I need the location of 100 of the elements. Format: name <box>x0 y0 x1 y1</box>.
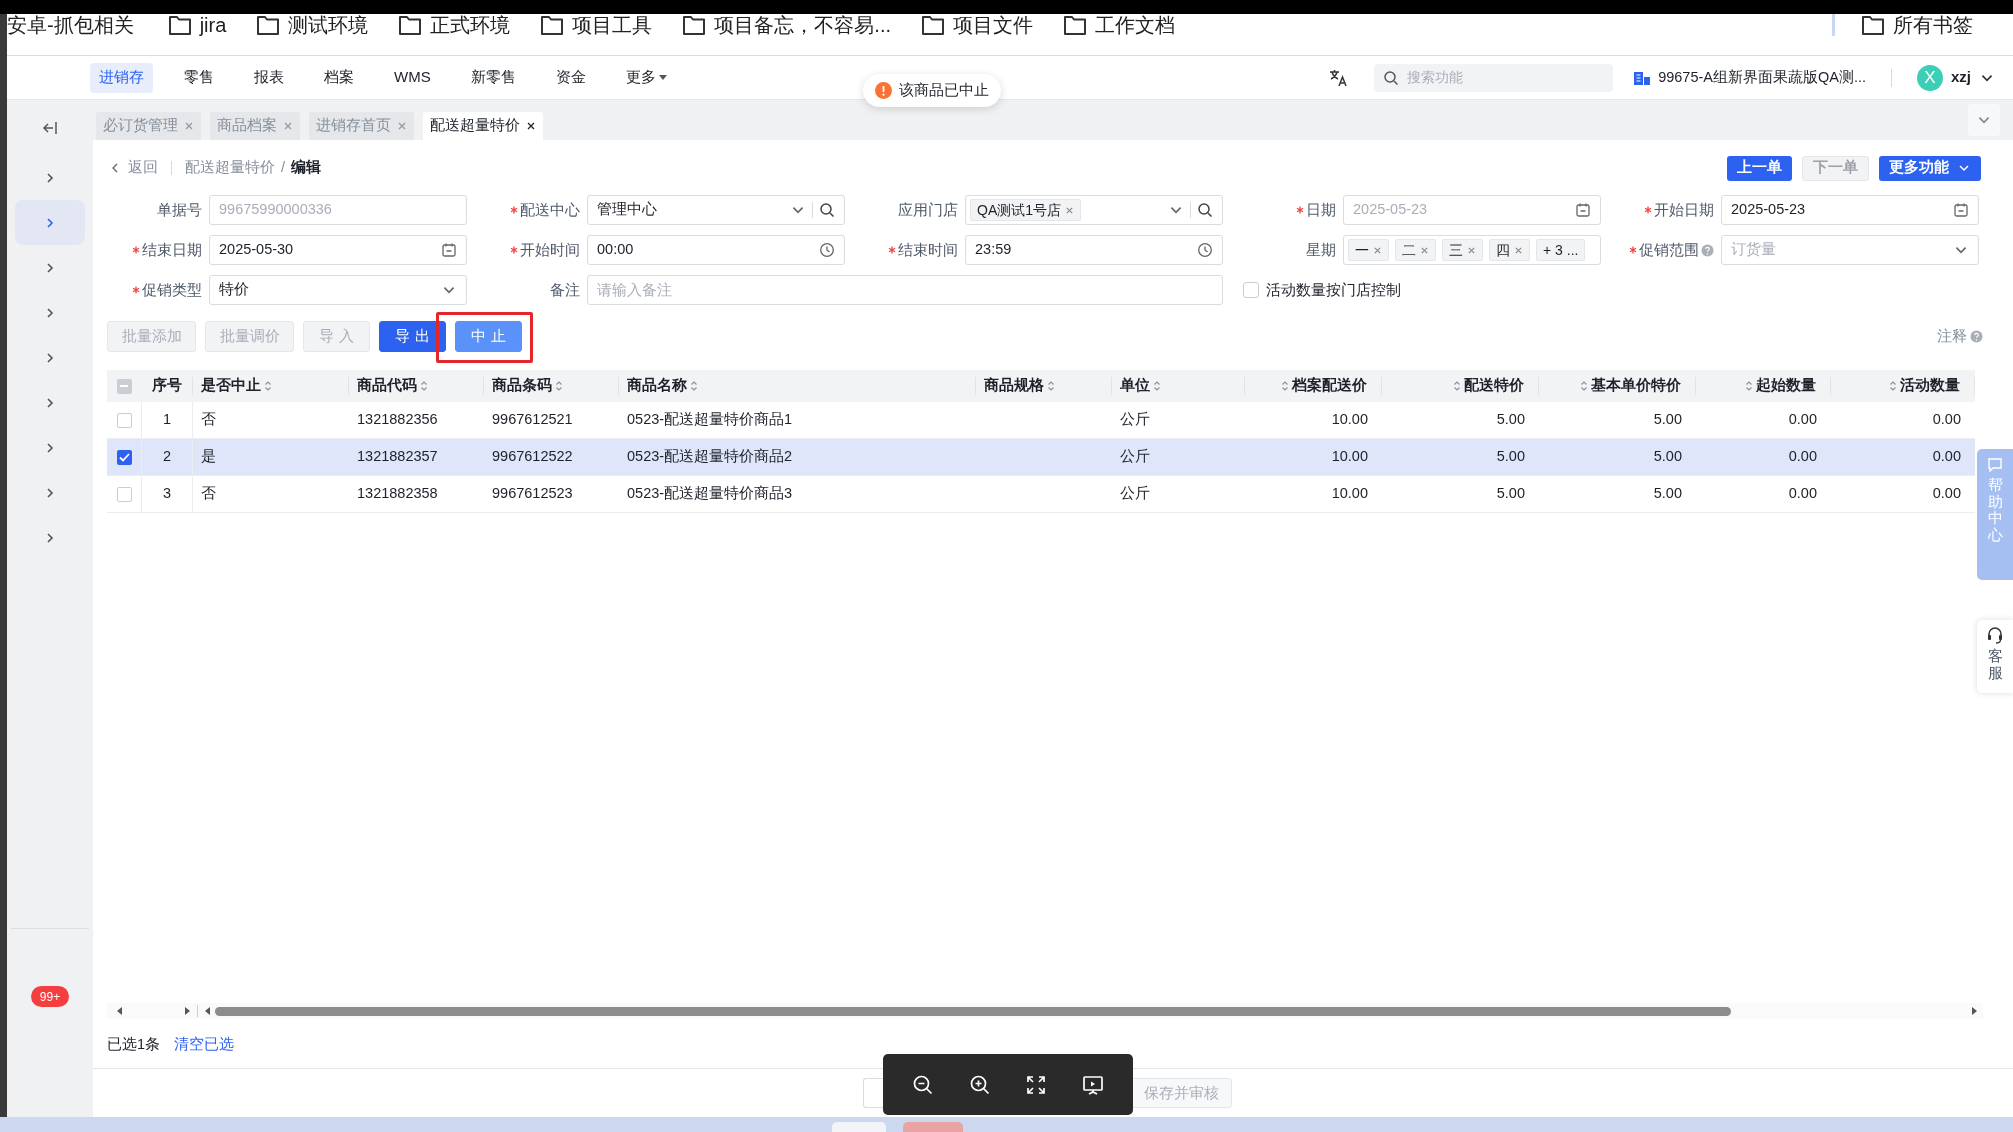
nav-item[interactable]: 档案 <box>315 62 363 93</box>
nav-item[interactable]: 进销存 <box>90 62 153 93</box>
table-cell-text: 10.00 <box>1331 410 1368 430</box>
date-field[interactable]: 2025-05-30 <box>209 235 467 265</box>
table-cell-text: 5.00 <box>1653 447 1682 467</box>
nav-item[interactable]: 零售 <box>175 62 223 93</box>
table-cell-text: 是 <box>201 447 216 467</box>
date-field[interactable]: 2025-05-23 <box>1721 195 1979 225</box>
nav-item[interactable]: 报表 <box>245 62 293 93</box>
toast: 该商品已中止 <box>863 74 1001 107</box>
scrollbar-thumb[interactable] <box>215 1006 1731 1016</box>
scroll-left-icon[interactable] <box>115 1006 125 1016</box>
select-field[interactable]: 特价 <box>209 275 467 305</box>
tabs-menu-button[interactable] <box>1968 104 2000 136</box>
user-menu[interactable]: X xzj <box>1917 64 1995 91</box>
horizontal-scrollbar[interactable] <box>107 1003 1983 1019</box>
column-header[interactable]: 商品规格 <box>984 375 1044 397</box>
column-header[interactable]: 商品代码 <box>357 375 417 397</box>
clear-selection-link[interactable]: 清空已选 <box>174 1034 235 1056</box>
table-cell-text: 1321882356 <box>357 410 438 430</box>
table-cell-text: 否 <box>201 410 216 430</box>
folder-icon <box>921 14 945 36</box>
nav-item[interactable]: WMS <box>385 62 440 93</box>
search-input[interactable]: 搜索功能 <box>1407 67 1598 88</box>
table-cell-text: 否 <box>201 484 216 504</box>
column-header[interactable]: 单位 <box>1120 375 1150 397</box>
bookmark[interactable]: 安卓-抓包相关 <box>7 14 134 36</box>
bookmark[interactable]: 项目文件 <box>921 14 1033 36</box>
column-header[interactable]: 档案配送价 <box>1292 375 1367 397</box>
help-icon <box>1970 330 1983 343</box>
page-tab[interactable]: 配送超量特价 <box>423 112 543 140</box>
table-cell-text: 3 <box>162 484 172 504</box>
action-button[interactable]: 导 出 <box>379 321 446 352</box>
table-row[interactable]: 3 否 1321882358 9967612523 0523-配送超量特价商品3 公斤 10.00 5.00 5.00 0.00 0.00 <box>107 476 1975 513</box>
folder-icon <box>256 14 281 36</box>
record-button[interactable]: 上一单 <box>1727 155 1792 181</box>
column-header[interactable]: 活动数量 <box>1900 375 1960 397</box>
bookmark[interactable]: jira <box>167 14 227 36</box>
nav-item[interactable]: 资金 <box>546 62 595 93</box>
select-all-checkbox[interactable] <box>116 378 132 394</box>
row-checkbox[interactable] <box>116 486 132 502</box>
table-cell-text: 5.00 <box>1496 484 1525 504</box>
nav-item[interactable]: 新零售 <box>461 62 525 93</box>
scroll-left-icon[interactable] <box>203 1006 213 1016</box>
avatar: X <box>1917 64 1943 91</box>
checkbox-label: 活动数量按门店控制 <box>1266 279 1401 300</box>
collapse-icon[interactable] <box>42 120 58 135</box>
table-row[interactable]: 2 是 1321882357 9967612522 0523-配送超量特价商品2 公斤 10.00 5.00 5.00 0.00 0.00 <box>107 439 1975 476</box>
bookmark[interactable]: 项目备忘，不容易... <box>682 14 891 36</box>
customer-service-tab[interactable]: 客服 <box>1977 620 2013 693</box>
column-header[interactable]: 配送特价 <box>1464 375 1524 397</box>
column-header[interactable]: 起始数量 <box>1756 375 1816 397</box>
search-icon[interactable] <box>819 202 835 218</box>
clock-icon <box>1197 242 1213 258</box>
search-icon <box>1383 69 1400 86</box>
bookmark[interactable]: 正式环境 <box>398 14 511 36</box>
headset-icon <box>1986 626 2004 644</box>
row-checkbox[interactable] <box>116 412 132 428</box>
select-field[interactable]: 管理中心 <box>587 195 845 225</box>
scroll-right-icon[interactable] <box>1969 1006 1979 1016</box>
translate-icon[interactable] <box>1328 67 1349 88</box>
close-icon[interactable] <box>526 121 536 131</box>
bookmark[interactable]: 项目工具 <box>540 14 653 36</box>
bookmark[interactable]: 工作文档 <box>1063 14 1175 36</box>
field-label: 促销范围 <box>1639 239 1699 260</box>
column-header[interactable]: 序号 <box>151 375 182 397</box>
table-cell-text: 0523-配送超量特价商品2 <box>627 447 793 467</box>
time-field[interactable]: 00:00 <box>587 235 845 265</box>
field-label: 结束日期 <box>142 239 202 260</box>
remark-field[interactable]: 请输入备注 <box>587 275 1223 305</box>
column-header[interactable]: 商品名称 <box>627 375 687 397</box>
folder-icon <box>540 14 565 36</box>
folder-icon <box>167 14 192 36</box>
table-cell-text: 公斤 <box>1120 447 1150 467</box>
column-header[interactable]: 是否中止 <box>201 375 261 397</box>
column-header[interactable]: 商品条码 <box>492 375 552 397</box>
column-header[interactable]: 基本单价特价 <box>1591 375 1681 397</box>
table-row[interactable]: 1 否 1321882356 9967612521 0523-配送超量特价商品1 公斤 10.00 5.00 5.00 0.00 0.00 <box>107 402 1975 439</box>
search-icon[interactable] <box>1197 202 1213 218</box>
nav-item[interactable]: 更多 <box>616 62 676 93</box>
row-checkbox[interactable] <box>116 449 132 465</box>
notification-badge[interactable]: 99+ <box>30 986 70 1007</box>
time-field[interactable]: 23:59 <box>965 235 1223 265</box>
scroll-right-icon[interactable] <box>182 1006 192 1016</box>
record-button[interactable]: 更多功能 <box>1879 155 1981 181</box>
table-cell-text: 9967612523 <box>492 484 573 504</box>
calendar-icon <box>1953 202 1969 218</box>
search-field[interactable]: 搜索功能 <box>1374 63 1614 92</box>
more-tags[interactable]: + 3 ... <box>1536 239 1586 261</box>
tag-select-field[interactable]: 一 二 三 四 + 3 ... <box>1343 235 1601 265</box>
bookmark[interactable]: 所有书签 <box>1861 14 1973 36</box>
caret-down-icon <box>658 74 667 81</box>
bookmark[interactable]: 测试环境 <box>256 14 369 36</box>
tag-select-field[interactable]: QA测试1号店 <box>965 195 1223 225</box>
field-label: 配送中心 <box>520 199 580 220</box>
checkbox[interactable] <box>1243 282 1259 298</box>
breadcrumb-current: 编辑 <box>291 158 322 178</box>
store-switcher[interactable]: 99675-A组新界面果蔬版QA测... <box>1633 66 1866 89</box>
building-icon <box>1633 69 1652 86</box>
tag: 一 <box>1348 239 1389 261</box>
